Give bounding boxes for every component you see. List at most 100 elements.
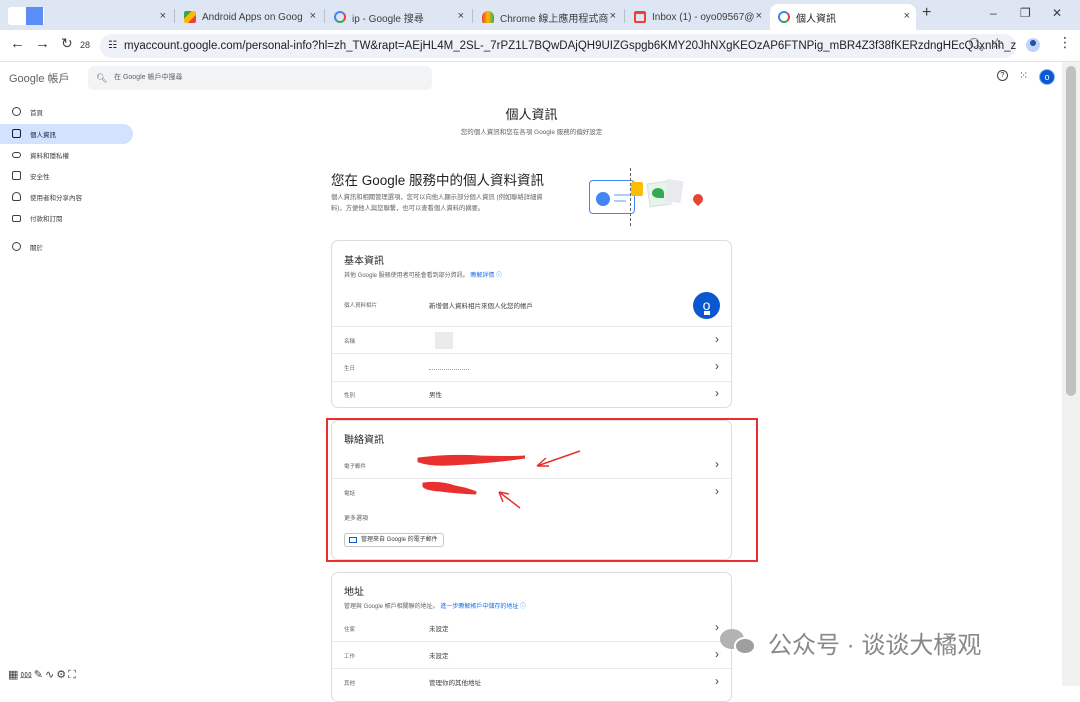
basic-info-card: 基本資訊 其他 Google 服務使用者可能會看到部分資訊。 瞭解詳情 ⓘ 個人… (331, 240, 732, 408)
address-title: 地址 (344, 587, 364, 598)
redacted-block (435, 332, 453, 349)
page-scrollbar[interactable] (1062, 62, 1080, 686)
help-icon[interactable]: ? (997, 70, 1008, 81)
google-account-logo[interactable]: Google 帳戶 (9, 70, 70, 86)
chevron-right-icon: › (715, 359, 719, 373)
tab-personal-info[interactable]: 個人資訊 × (770, 4, 916, 30)
google-g-icon (334, 11, 346, 23)
site-info-icon[interactable]: ☷ (108, 34, 117, 58)
tab-close-icon[interactable]: × (458, 10, 464, 22)
wechat-icon (720, 627, 760, 657)
reload-icon[interactable]: ↻ (61, 35, 73, 52)
bookmark-star-icon[interactable]: ☆ (991, 35, 1004, 52)
account-search-input[interactable]: 🔍︎ 在 Google 帳戶中搜尋 (88, 66, 432, 90)
profile-photo-row[interactable]: 個人資料相片 新增個人資料相片來個人化您的帳戶 o (332, 289, 731, 326)
address-card: 地址 管理與 Google 帳戶相關聯的地址。 進一步瞭解帳戶中儲存的地址 ⓘ … (331, 572, 732, 702)
lock-icon (12, 171, 21, 180)
tab-inbox[interactable]: Inbox (1) - oyo09567@ × (626, 4, 768, 30)
other-address-row[interactable]: 其他 管理你的其他地址 › (332, 669, 731, 695)
home-address-row[interactable]: 住家 未設定 › (332, 615, 731, 641)
tab-android-apps[interactable]: Android Apps on Goog × (176, 4, 322, 30)
mail-icon (349, 537, 357, 543)
work-address-row[interactable]: 工作 未設定 › (332, 642, 731, 668)
badge-count: 28 (80, 40, 91, 50)
home-icon (12, 107, 21, 116)
page-title: 個人資訊 (505, 107, 558, 122)
url-text: myaccount.google.com/personal-info?hl=zh… (124, 40, 1016, 52)
tab-close-icon[interactable]: × (904, 10, 910, 22)
chevron-right-icon: › (715, 332, 719, 346)
tab-close-icon[interactable]: × (610, 10, 616, 22)
tab-google-search[interactable]: ip - Google 搜尋 × (326, 4, 470, 30)
sidebar-item-people-sharing[interactable]: 使用者和分享內容 (0, 187, 133, 207)
manage-google-email-button[interactable]: 管理來自 Google 的電子郵件 (344, 533, 444, 547)
address-subtitle: 管理與 Google 帳戶相關聯的地址。 進一步瞭解帳戶中儲存的地址 ⓘ (344, 604, 527, 610)
tab-chrome-store[interactable]: Chrome 線上應用程式商 × (474, 4, 622, 30)
sidebar-item-security[interactable]: 安全性 (0, 166, 133, 186)
tab-divider (324, 9, 325, 23)
bottom-tool-icons: ▦⅏✎∿⚙⛶ (8, 667, 78, 682)
phone-row[interactable]: 電話 › (332, 479, 731, 505)
tab-strip: × Android Apps on Goog × ip - Google 搜尋 … (0, 0, 1080, 30)
cake-icon (631, 182, 643, 196)
new-tab-button[interactable]: + (922, 4, 931, 22)
redacted-block (429, 365, 469, 370)
name-row[interactable]: 名稱 › (332, 327, 731, 353)
info-icon: ⓘ (520, 604, 527, 610)
tree-tool-icon[interactable]: ⅏ (20, 669, 33, 681)
forward-arrow-icon[interactable]: → (35, 35, 50, 52)
chevron-right-icon: › (715, 647, 719, 661)
location-pin-icon (690, 191, 706, 207)
address-learn-more-link[interactable]: 進一步瞭解帳戶中儲存的地址 (440, 604, 518, 610)
address-bar[interactable]: ☷ myaccount.google.com/personal-info?hl=… (100, 34, 1016, 58)
sidebar-item-home[interactable]: 首頁 (0, 102, 133, 122)
google-g-icon (778, 11, 790, 23)
sidebar-item-about[interactable]: 關於 (0, 237, 133, 257)
play-store-icon (184, 11, 196, 23)
sidebar-item-personal-info[interactable]: 個人資訊 (0, 124, 133, 144)
close-window-button[interactable]: ✕ (1052, 6, 1062, 20)
email-row[interactable]: 電子郵件 › (332, 452, 731, 478)
contact-info-title: 聯絡資訊 (344, 435, 384, 446)
birthday-row[interactable]: 生日 › (332, 354, 731, 381)
avatar-icon (596, 192, 610, 206)
grid-tool-icon[interactable]: ▦ (8, 669, 20, 681)
intro-text: 個人資訊和相關管理選項，您可以向他人顯示部分個人資訊 (例如聯絡詳細資料)，方便… (331, 194, 543, 212)
account-avatar[interactable]: o (1039, 69, 1055, 85)
toggle-icon (12, 152, 21, 158)
app-header: Google 帳戶 🔍︎ 在 Google 帳戶中搜尋 ? ⁙ o (0, 62, 1062, 94)
gender-row[interactable]: 性別 男性 › (332, 382, 731, 408)
intro-heading: 您在 Google 服務中的個人資料資訊 (331, 173, 545, 188)
restore-button[interactable]: ❐ (1020, 6, 1031, 20)
people-icon (12, 192, 21, 201)
basic-info-subtitle: 其他 Google 服務使用者可能會看到部分資訊。 瞭解詳情 ⓘ (344, 273, 503, 279)
tab-0[interactable]: × (48, 4, 172, 30)
crop-icon[interactable]: ⛶ (68, 669, 78, 681)
chevron-right-icon: › (715, 386, 719, 400)
minimize-button[interactable]: – (990, 6, 997, 20)
chevron-right-icon: › (715, 457, 719, 471)
tab-divider (472, 9, 473, 23)
sidebar-item-data-privacy[interactable]: 資料和隱私權 (0, 145, 133, 165)
tab-close-icon[interactable]: × (756, 10, 762, 22)
chevron-right-icon: › (715, 620, 719, 634)
learn-more-link[interactable]: 瞭解詳情 (470, 273, 494, 279)
tab-close-icon[interactable]: × (310, 10, 316, 22)
scrollbar-thumb[interactable] (1066, 66, 1076, 396)
zoom-icon[interactable]: 🔍︎ (968, 37, 985, 53)
gear-icon[interactable]: ⚙ (56, 669, 68, 681)
credit-card-icon (12, 215, 21, 222)
watermark-text: 公众号 · 谈谈大橘观 (768, 631, 982, 659)
browser-toolbar: ← → ↻ 28 ☷ myaccount.google.com/personal… (0, 30, 1080, 62)
apps-grid-icon[interactable]: ⁙ (1019, 69, 1028, 82)
profile-icon[interactable] (1026, 38, 1040, 52)
back-arrow-icon[interactable]: ← (10, 35, 25, 52)
id-card-icon (12, 129, 21, 138)
chrome-store-icon (482, 11, 494, 23)
more-menu-icon[interactable]: ⋮ (1058, 34, 1072, 51)
pen-tool-icon[interactable]: ✎ (34, 669, 45, 681)
sidebar-item-payments[interactable]: 付款和訂閱 (0, 208, 133, 228)
chevron-right-icon: › (715, 484, 719, 498)
tab-close-icon[interactable]: × (160, 10, 166, 22)
curve-tool-icon[interactable]: ∿ (45, 669, 56, 681)
